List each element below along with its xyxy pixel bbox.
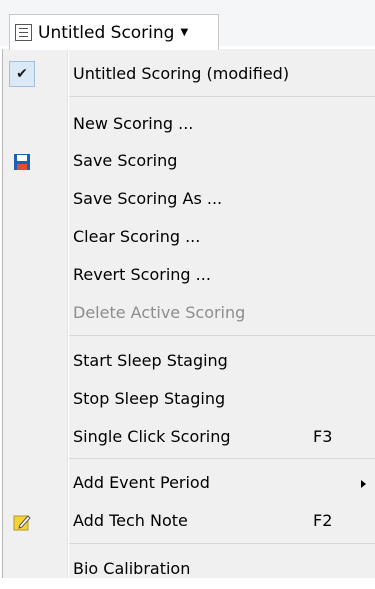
- menu-separator: [69, 335, 375, 336]
- menu-item-shortcut: F2: [313, 511, 333, 530]
- menu-item-label: Save Scoring: [73, 151, 178, 170]
- menu-item-label: Delete Active Scoring: [73, 303, 246, 322]
- menu-item-label: Untitled Scoring (modified): [73, 64, 290, 83]
- checkmark-icon: ✔: [9, 61, 35, 87]
- menu-item-label: New Scoring ...: [73, 114, 194, 133]
- menu-item-label: Stop Sleep Staging: [73, 389, 226, 408]
- menu-item-label: Save Scoring As ...: [73, 189, 223, 208]
- menu-item-new-scoring[interactable]: New Scoring ...: [3, 106, 375, 144]
- document-list-icon: [15, 24, 32, 41]
- submenu-arrow-icon: [361, 480, 366, 488]
- menu-item-clear-scoring[interactable]: Clear Scoring ...: [3, 219, 375, 257]
- chevron-down-icon: ▼: [180, 27, 189, 38]
- scoring-menu: ✔ Untitled Scoring (modified) New Scorin…: [2, 49, 375, 578]
- menu-item-stop-sleep-staging[interactable]: Stop Sleep Staging: [3, 381, 375, 419]
- menu-item-label: Clear Scoring ...: [73, 227, 201, 246]
- menu-item-label: Start Sleep Staging: [73, 351, 228, 370]
- menu-item-label: Add Event Period: [73, 473, 210, 492]
- menu-item-bio-calibration[interactable]: Bio Calibration: [3, 551, 375, 589]
- menu-item-delete-active-scoring: Delete Active Scoring: [3, 295, 375, 333]
- scoring-dropdown-button[interactable]: Untitled Scoring ▼: [9, 14, 219, 50]
- menu-item-save-scoring-as[interactable]: Save Scoring As ...: [3, 181, 375, 219]
- menu-item-label: Add Tech Note: [73, 511, 188, 530]
- menu-item-revert-scoring[interactable]: Revert Scoring ...: [3, 257, 375, 295]
- menu-item-shortcut: F3: [313, 427, 333, 446]
- menu-item-add-event-period[interactable]: Add Event Period: [3, 465, 375, 503]
- save-icon: [14, 154, 30, 170]
- menu-item-label: Bio Calibration: [73, 559, 191, 578]
- menu-item-label: Revert Scoring ...: [73, 265, 211, 284]
- menu-item-label: Single Click Scoring: [73, 427, 231, 446]
- menu-item-single-click-scoring[interactable]: Single Click Scoring F3: [3, 419, 375, 457]
- menu-item-save-scoring[interactable]: Save Scoring: [3, 143, 375, 181]
- menu-item-add-tech-note[interactable]: Add Tech Note F2: [3, 503, 375, 541]
- scoring-dropdown-label: Untitled Scoring: [38, 22, 175, 43]
- menu-item-start-sleep-staging[interactable]: Start Sleep Staging: [3, 343, 375, 381]
- menu-separator: [69, 543, 375, 544]
- menu-separator: [69, 96, 375, 97]
- note-edit-icon: [13, 515, 31, 531]
- menu-item-untitled-scoring[interactable]: ✔ Untitled Scoring (modified): [3, 56, 375, 94]
- menu-separator: [69, 458, 375, 459]
